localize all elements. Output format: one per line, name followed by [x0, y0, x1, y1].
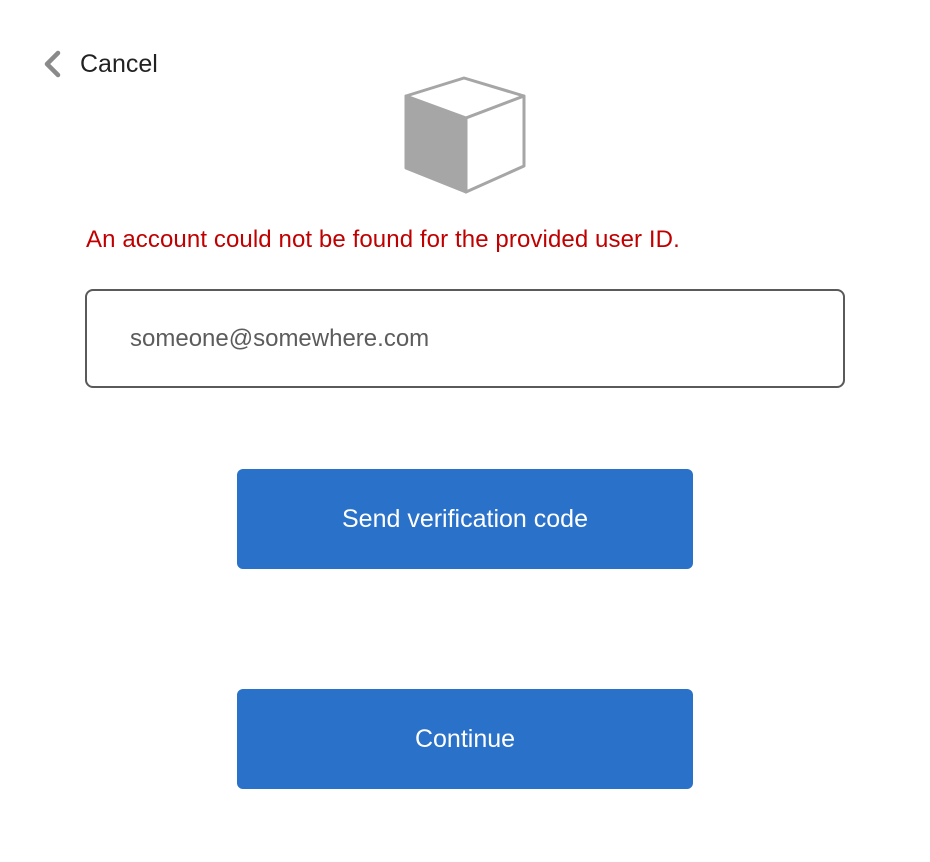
continue-button[interactable]: Continue [237, 689, 693, 789]
cube-icon [404, 76, 526, 194]
continue-label: Continue [414, 724, 516, 753]
cancel-link[interactable]: Cancel [40, 44, 158, 84]
email-field[interactable] [85, 289, 845, 388]
chevron-left-icon [44, 50, 61, 78]
send-verification-code-button[interactable]: Send verification code [237, 469, 693, 569]
error-message: An account could not be found for the pr… [86, 226, 680, 253]
send-verification-code-label: Send verification code [342, 504, 588, 533]
cancel-label: Cancel [80, 49, 158, 78]
